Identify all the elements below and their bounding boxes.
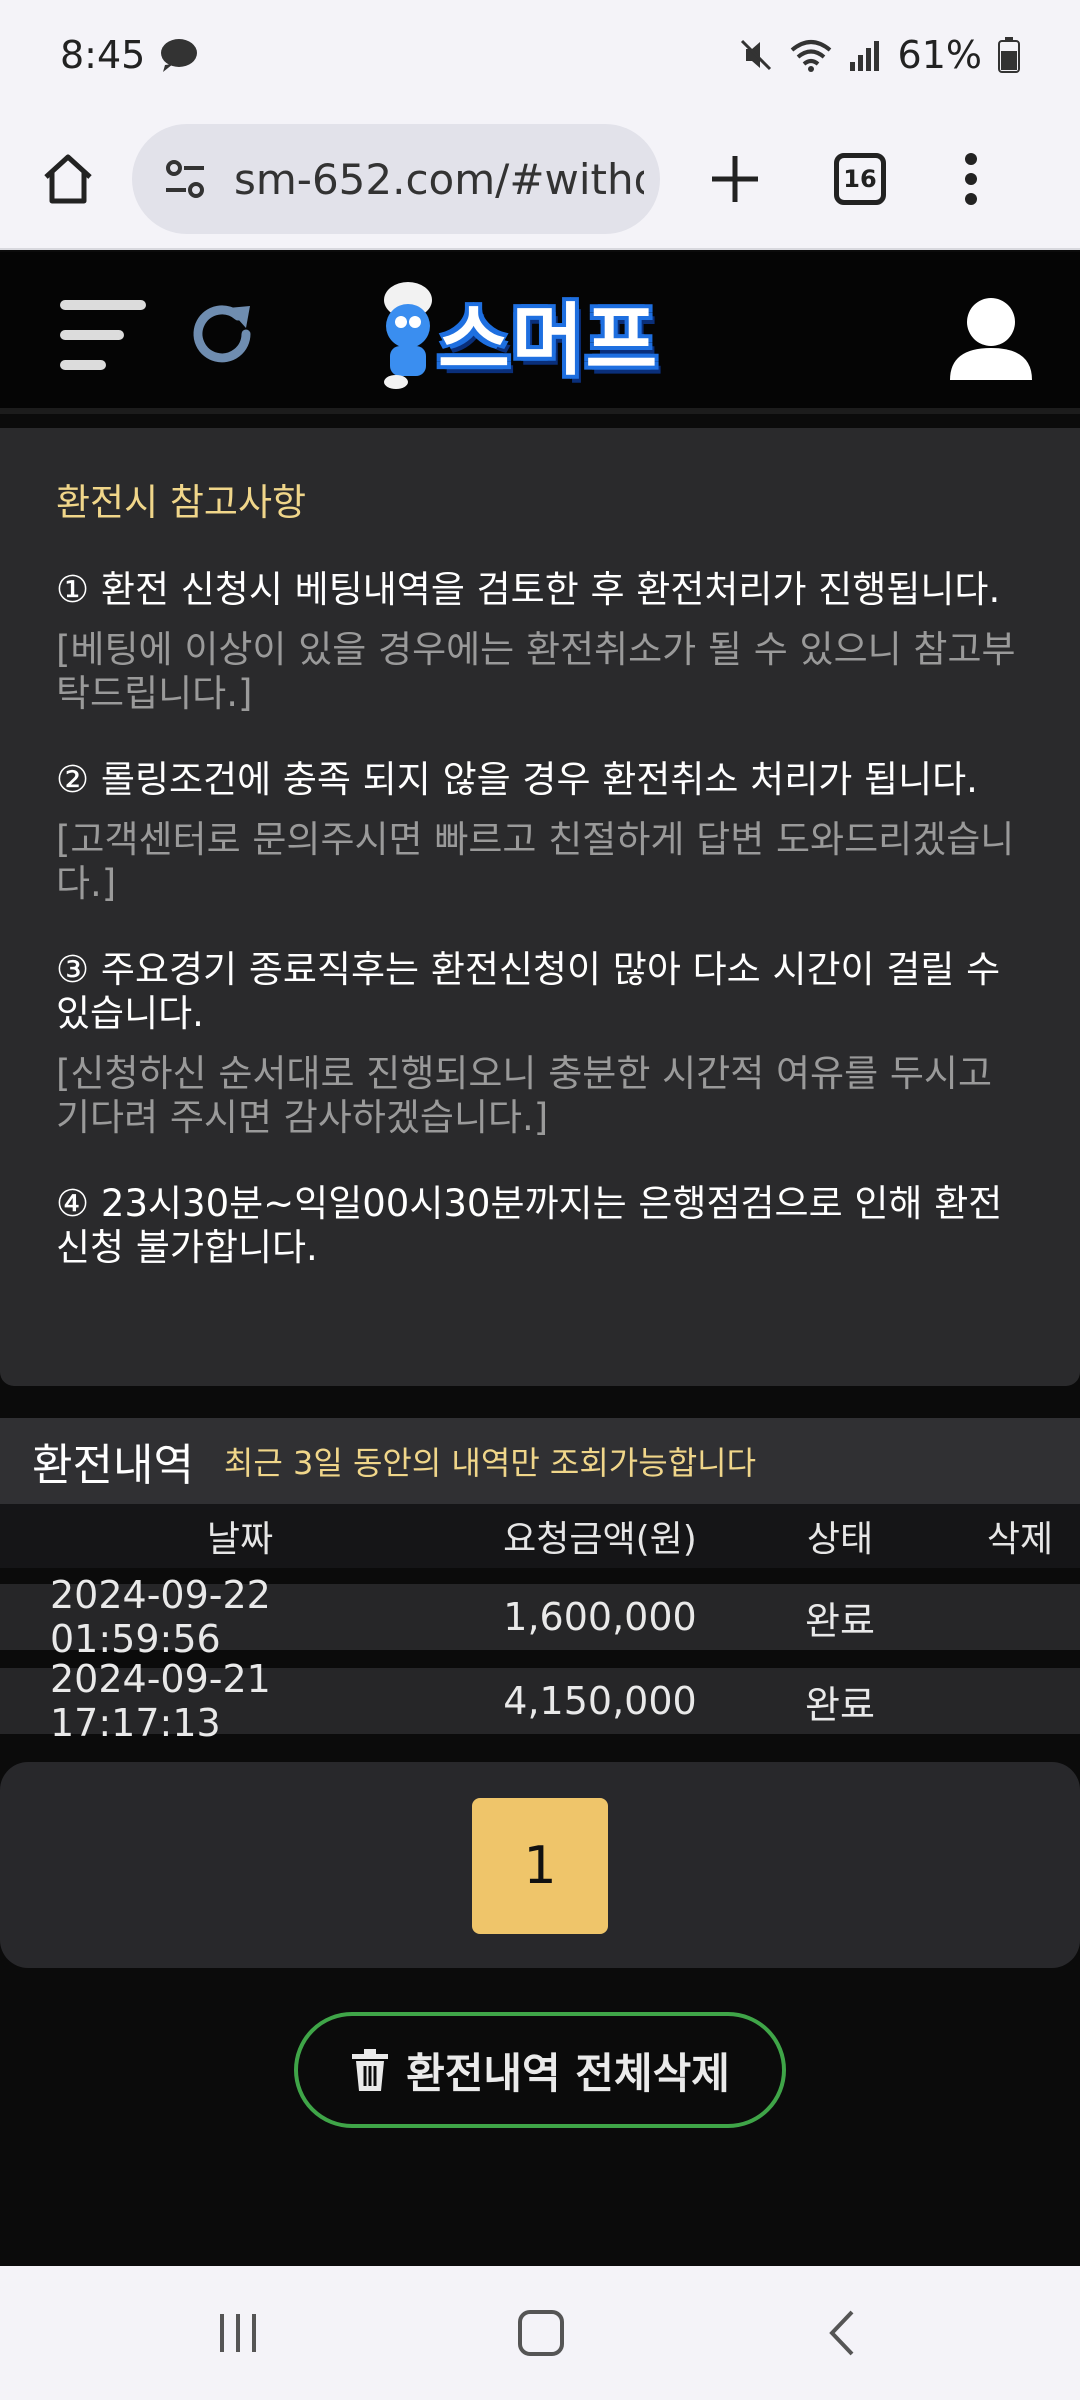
battery-percent: 61% — [897, 33, 982, 77]
notice-item: ③ 주요경기 종료직후는 환전신청이 많아 다소 시간이 걸릴 수 있습니다. … — [56, 948, 1024, 1140]
notice-item: ② 롤링조건에 충족 되지 않을 경우 환전취소 처리가 됩니다. [고객센터로… — [56, 758, 1024, 906]
refresh-icon[interactable] — [184, 296, 260, 372]
mute-icon — [738, 37, 774, 73]
notice-item-sub: [신청하신 순서대로 진행되오니 충분한 시간적 여유를 두시고 기다려 주시면… — [56, 1052, 993, 1139]
address-bar[interactable]: sm-652.com/#withdr — [132, 124, 660, 234]
hamburger-menu-icon[interactable] — [60, 300, 146, 372]
notice-item-text: ② 롤링조건에 충족 되지 않을 경우 환전취소 처리가 됩니다. — [56, 758, 978, 801]
smurf-mascot-icon — [384, 282, 432, 389]
tab-count: 16 — [843, 165, 877, 193]
more-menu-icon[interactable] — [964, 153, 978, 205]
recent-apps-icon[interactable] — [216, 2310, 260, 2356]
history-subtitle: 최근 3일 동안의 내역만 조회가능합니다 — [223, 1444, 757, 1482]
battery-icon — [998, 37, 1020, 73]
home-icon[interactable] — [38, 149, 98, 209]
notice-item-sub: [베팅에 이상이 있을 경우에는 환전취소가 될 수 있으니 참고부탁드립니다.… — [56, 628, 1016, 715]
row-amount: 4,150,000 — [503, 1679, 697, 1723]
system-navigation-bar — [0, 2266, 1080, 2400]
notice-item: ① 환전 신청시 베팅내역을 검토한 후 환전처리가 진행됩니다. [베팅에 이… — [56, 568, 1024, 716]
pagination: 1 — [0, 1762, 1080, 1968]
history-title: 환전내역 — [32, 1440, 194, 1491]
page-button-current[interactable]: 1 — [472, 1798, 608, 1934]
row-date: 2024-09-21 17:17:13 — [50, 1657, 271, 1745]
site-logo[interactable]: 스머프 — [368, 274, 708, 394]
column-delete: 삭제 — [986, 1519, 1054, 1560]
column-date: 날짜 — [206, 1519, 274, 1560]
status-time: 8:45 — [60, 33, 146, 77]
delete-all-label: 환전내역 전체삭제 — [406, 2048, 730, 2098]
table-row: 2024-09-21 17:17:13 4,150,000 완료 — [0, 1657, 1080, 1745]
chat-icon — [159, 37, 199, 73]
notice-item-sub: [고객센터로 문의주시면 빠르고 친절하게 답변 도와드리겠습니다.] — [56, 818, 1015, 905]
row-date: 2024-09-22 01:59:56 — [50, 1573, 271, 1661]
status-bar: 8:45 61% — [0, 0, 1080, 110]
history-table-header: 날짜 요청금액(원) 상태 삭제 — [0, 1504, 1080, 1568]
trash-icon — [352, 2049, 389, 2091]
row-status: 완료 — [805, 1682, 875, 1727]
row-amount: 1,600,000 — [503, 1595, 697, 1639]
history-header: 환전내역 최근 3일 동안의 내역만 조회가능합니다 — [0, 1418, 1080, 1504]
site-header: 스머프 — [0, 252, 1080, 414]
notice-item-text: ① 환전 신청시 베팅내역을 검토한 후 환전처리가 진행됩니다. — [56, 568, 1001, 611]
url-text[interactable]: sm-652.com/#withdr — [234, 155, 644, 204]
browser-toolbar: sm-652.com/#withdr 16 — [0, 110, 1080, 250]
user-icon[interactable] — [946, 294, 1036, 384]
logo-text: 스머프 — [438, 296, 660, 386]
signal-icon — [848, 38, 882, 72]
column-status: 상태 — [806, 1519, 874, 1560]
notice-title: 환전시 참고사항 — [56, 481, 307, 524]
wifi-icon — [790, 38, 832, 72]
table-row: 2024-09-22 01:59:56 1,600,000 완료 — [0, 1573, 1080, 1661]
tab-switcher-button[interactable]: 16 — [834, 153, 886, 205]
notice-item-text: ③ 주요경기 종료직후는 환전신청이 많아 다소 시간이 걸릴 수 있습니다. — [56, 948, 1001, 1035]
notice-item-text: ④ 23시30분~익일00시30분까지는 은행점검으로 인해 환전신청 불가합니… — [56, 1182, 1003, 1269]
column-amount: 요청금액(원) — [503, 1519, 697, 1560]
site-settings-icon[interactable] — [162, 156, 208, 202]
withdrawal-notice-panel: 환전시 참고사항 ① 환전 신청시 베팅내역을 검토한 후 환전처리가 진행됩니… — [0, 428, 1080, 1386]
new-tab-icon[interactable] — [708, 152, 762, 206]
back-icon[interactable] — [822, 2308, 862, 2358]
home-nav-icon[interactable] — [518, 2310, 564, 2356]
notice-item: ④ 23시30분~익일00시30분까지는 은행점검으로 인해 환전신청 불가합니… — [56, 1182, 1024, 1270]
row-status: 완료 — [805, 1598, 875, 1643]
delete-all-history-button[interactable]: 환전내역 전체삭제 — [294, 2012, 786, 2128]
